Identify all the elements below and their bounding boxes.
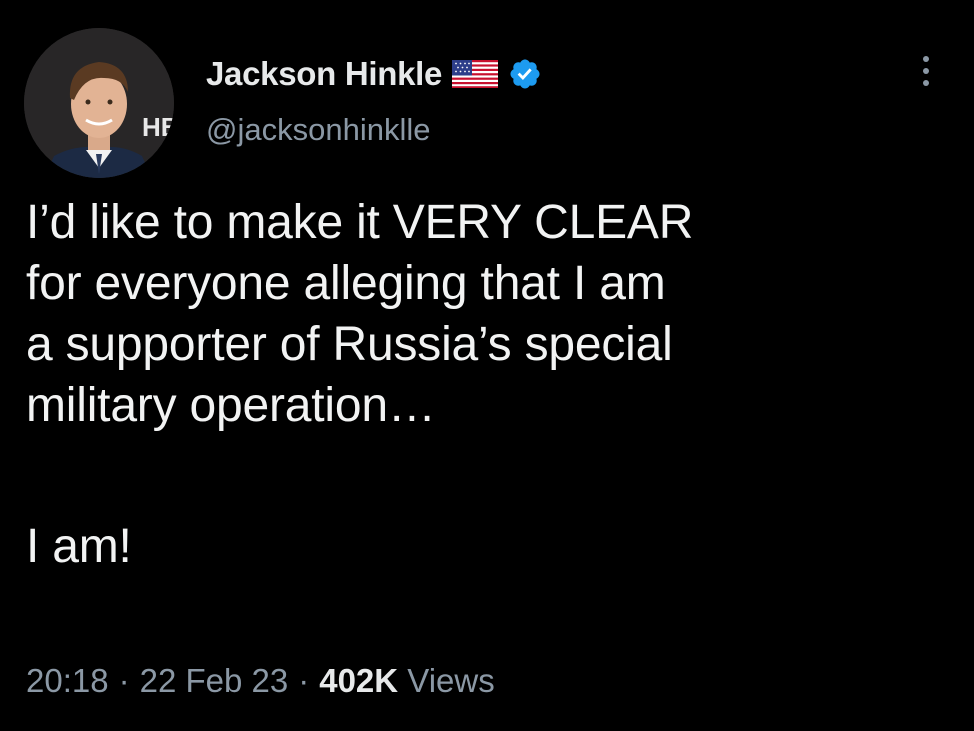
tweet-text-line: a supporter of Russia’s special: [26, 318, 673, 371]
display-name[interactable]: Jackson Hinkle: [206, 55, 442, 93]
meta-separator: ·: [118, 662, 130, 699]
verified-badge-icon[interactable]: [508, 57, 542, 91]
more-options-icon-dot: [923, 80, 929, 86]
avatar-backdrop-text: HB: [142, 112, 174, 142]
tweet-text-line: I am!: [26, 520, 132, 573]
profile-photo-icon: HB: [24, 28, 174, 178]
us-flag-icon: [452, 58, 499, 90]
meta-separator: ·: [298, 662, 310, 699]
tweet-text-line: military operation…: [26, 379, 436, 432]
tweet-card: HB Jackson Hinkle @jacksonhinklle I’d li…: [0, 0, 974, 731]
more-options-button[interactable]: [906, 46, 946, 96]
tweet-meta: 20:18 · 22 Feb 23 · 402K Views: [26, 662, 495, 700]
more-options-icon: [923, 56, 929, 62]
avatar[interactable]: HB: [24, 28, 174, 178]
tweet-date[interactable]: 22 Feb 23: [140, 662, 289, 699]
more-options-icon-dot: [923, 68, 929, 74]
views-count[interactable]: 402K: [319, 662, 398, 699]
author-name-row: Jackson Hinkle: [206, 52, 542, 96]
views-label: Views: [407, 662, 495, 699]
tweet-time[interactable]: 20:18: [26, 662, 109, 699]
tweet-text-line: for everyone alleging that I am: [26, 257, 666, 310]
author-handle[interactable]: @jacksonhinklle: [206, 112, 430, 148]
tweet-text: I’d like to make it VERY CLEAR for every…: [26, 192, 946, 577]
tweet-text-line: I’d like to make it VERY CLEAR: [26, 196, 694, 249]
